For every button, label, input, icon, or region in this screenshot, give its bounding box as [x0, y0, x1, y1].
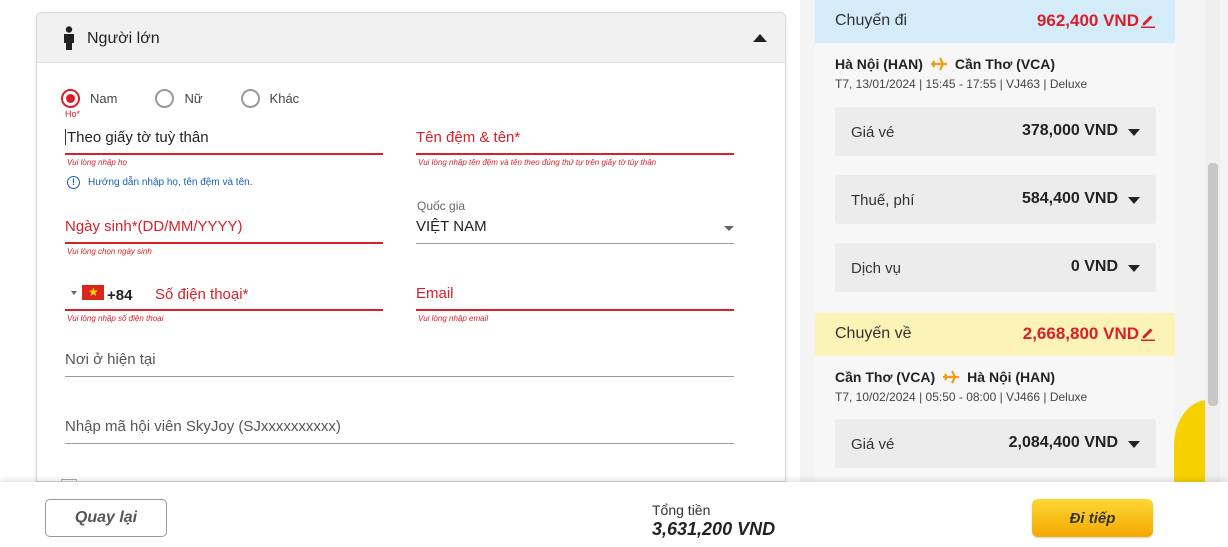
tax-amount: 584,400 VND [1021, 190, 1118, 207]
radio-button[interactable] [155, 89, 175, 108]
fare-summary-panel [815, 0, 1175, 482]
gender-option-female[interactable]: Nữ [155, 89, 203, 108]
scrollbar-thumb[interactable] [1208, 163, 1218, 406]
fare-label: Giá vé [851, 436, 895, 453]
gender-label: Nam [90, 91, 118, 106]
address-input[interactable]: Nơi ở hiện tại [65, 351, 734, 377]
outbound-fare-row[interactable]: Giá vé 378,000 VND [835, 107, 1156, 156]
passenger-type-title: Người lớn [87, 30, 160, 47]
surname-error: Vui lòng nhập họ [67, 158, 127, 167]
gender-radio-group: Nam Nữ Khác [61, 89, 337, 108]
email-error: Vui lòng nhập email [418, 314, 489, 323]
chevron-down-icon [1128, 441, 1140, 448]
country-label: Quốc gia [417, 199, 466, 213]
return-heading: Chuyến về [835, 325, 912, 342]
outbound-flight-info: T7, 13/01/2024 | 15:45 - 17:55 | VJ463 |… [835, 77, 1088, 91]
country-select[interactable]: VIỆT NAM [416, 218, 734, 244]
tax-label: Thuế, phí [851, 192, 915, 209]
bottom-action-bar: Quay lại Tổng tiền 3,631,200 VND Đi tiếp [0, 482, 1228, 547]
outbound-heading: Chuyến đi [835, 12, 908, 29]
passenger-panel: Người lớn Nam Nữ Khác Họ* Theo giấy tờ t… [36, 12, 786, 482]
continue-button[interactable]: Đi tiếp [1032, 499, 1153, 537]
info-icon: ! [67, 176, 80, 189]
surname-label: Họ* [65, 109, 81, 119]
address-label: Nơi ở hiện tại [65, 351, 156, 368]
given-name-input[interactable]: Tên đệm & tên* [416, 129, 734, 155]
outbound-header: Chuyến đi 962,400 VND [815, 0, 1175, 43]
chevron-down-icon [1128, 265, 1140, 272]
total-value: 3,631,200 VND [652, 519, 776, 539]
given-name-label: Tên đệm & tên* [416, 129, 521, 146]
surname-placeholder: Theo giấy tờ tuỳ thân [67, 129, 209, 146]
return-origin: Cần Thơ (VCA) [835, 369, 936, 385]
dob-label: Ngày sinh*(DD/MM/YYYY) [65, 218, 243, 235]
surname-input[interactable]: Theo giấy tờ tuỳ thân [65, 129, 383, 155]
outbound-total: 962,400 VND [1036, 11, 1139, 30]
membership-code-input[interactable]: Nhập mã hội viên SkyJoy (SJxxxxxxxxxx) [65, 418, 734, 444]
return-fare-row[interactable]: Giá vé 2,084,400 VND [835, 419, 1156, 468]
return-header: Chuyến về 2,668,800 VND [815, 313, 1175, 356]
total-label: Tổng tiền [652, 502, 711, 518]
chevron-down-icon [1128, 129, 1140, 136]
person-icon [64, 26, 74, 50]
field-underline [416, 243, 734, 244]
gender-label: Nữ [184, 91, 203, 106]
field-underline [65, 443, 734, 444]
pencil-icon[interactable] [1141, 325, 1155, 341]
text-cursor [65, 129, 66, 145]
field-underline [65, 153, 383, 155]
return-total: 2,668,800 VND [1022, 324, 1139, 343]
field-underline [65, 309, 383, 311]
return-flight-info: T7, 10/02/2024 | 05:50 - 08:00 | VJ466 |… [835, 390, 1088, 404]
email-input[interactable]: Email [416, 285, 734, 311]
dob-error: Vui lòng chọn ngày sinh [67, 247, 152, 256]
passenger-panel-header[interactable]: Người lớn [37, 13, 785, 63]
outbound-service-row[interactable]: Dịch vụ 0 VND [835, 243, 1156, 292]
fare-amount: 2,084,400 VND [1008, 434, 1118, 451]
gender-option-other[interactable]: Khác [240, 89, 300, 108]
service-amount: 0 VND [1070, 258, 1118, 275]
email-label: Email [416, 285, 454, 302]
chevron-up-icon[interactable] [753, 34, 767, 42]
field-underline [416, 309, 734, 311]
phone-error: Vui lòng nhập số điện thoại [67, 314, 164, 323]
phone-label: Số điện thoại* [155, 286, 249, 303]
decorative-swoosh [1174, 400, 1208, 482]
back-button[interactable]: Quay lại [45, 499, 167, 537]
field-underline [416, 153, 734, 155]
plane-icon [930, 57, 947, 71]
fare-label: Giá vé [851, 124, 895, 141]
return-route: Cần Thơ (VCA) Hà Nội (HAN) [835, 369, 1055, 385]
dob-input[interactable]: Ngày sinh*(DD/MM/YYYY) [65, 218, 383, 244]
plane-icon [943, 370, 960, 384]
radio-button-checked[interactable] [61, 89, 80, 108]
field-underline [65, 242, 383, 244]
gender-option-male[interactable]: Nam [61, 89, 117, 108]
service-label: Dịch vụ [851, 260, 902, 277]
return-destination: Hà Nội (HAN) [967, 369, 1056, 385]
pencil-icon[interactable] [1141, 12, 1155, 28]
fare-amount: 378,000 VND [1021, 122, 1118, 139]
field-underline [65, 376, 734, 377]
gender-label: Khác [269, 91, 300, 106]
radio-button[interactable] [240, 89, 260, 108]
passenger-form-area: Người lớn Nam Nữ Khác Họ* Theo giấy tờ t… [0, 0, 800, 482]
outbound-destination: Cần Thơ (VCA) [954, 56, 1056, 72]
given-name-error: Vui lòng nhập tên đệm và tên theo đúng t… [418, 158, 657, 167]
dropdown-caret-icon [724, 226, 734, 231]
membership-code-label: Nhập mã hội viên SkyJoy (SJxxxxxxxxxx) [65, 418, 341, 435]
chevron-down-icon [1128, 197, 1140, 204]
name-guide-link[interactable]: ! Hướng dẫn nhập họ, tên đệm và tên. [67, 176, 252, 189]
outbound-origin: Hà Nội (HAN) [835, 56, 923, 72]
outbound-tax-row[interactable]: Thuế, phí 584,400 VND [835, 175, 1156, 224]
country-value: VIỆT NAM [416, 218, 487, 235]
outbound-route: Hà Nội (HAN) Cần Thơ (VCA) [835, 56, 1055, 72]
name-guide-text: Hướng dẫn nhập họ, tên đệm và tên. [88, 177, 253, 188]
